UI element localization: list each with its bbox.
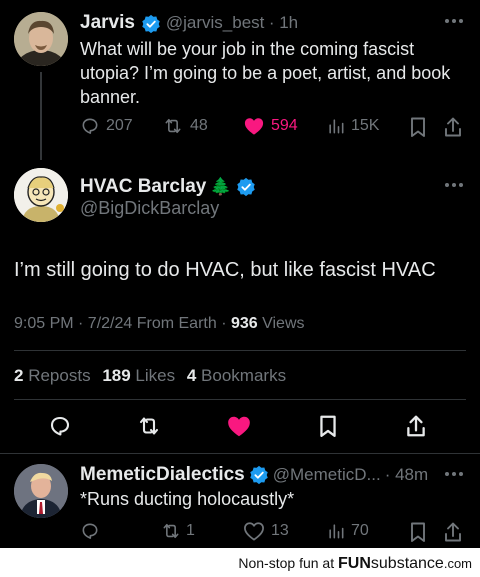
main-bookmark-button[interactable] — [317, 414, 339, 438]
reply-display-name[interactable]: MemeticDialectics — [80, 464, 245, 486]
share-icon — [443, 116, 463, 138]
more-icon[interactable] — [444, 17, 464, 25]
brand-tld: .com — [443, 556, 472, 571]
reply-like-button[interactable]: 13 — [243, 521, 289, 541]
tweet1-bookmark-button[interactable] — [408, 116, 428, 138]
views-icon — [326, 116, 346, 136]
share-icon — [443, 521, 463, 543]
main-views-count: 936 — [230, 315, 258, 332]
main-share-button[interactable] — [405, 414, 427, 438]
tweet1-views-button[interactable]: 15K — [326, 116, 379, 136]
reply-repost-button[interactable]: 1 — [160, 521, 195, 541]
main-like-button[interactable] — [226, 414, 252, 438]
reply-icon — [80, 116, 100, 136]
views-count: 15K — [351, 117, 380, 134]
views-icon — [326, 521, 346, 541]
tweet1-repost-button[interactable]: 48 — [162, 116, 208, 136]
reply-header: MemeticDialectics @MemeticD... · 48m — [80, 464, 428, 486]
reply-reply-button[interactable] — [80, 521, 100, 541]
repost-icon — [136, 414, 162, 438]
hvac-avatar[interactable] — [14, 168, 68, 222]
engagement-stats: 2 Reposts 189 Likes 4 Bookmarks — [14, 366, 286, 386]
watermark-prefix: Non-stop fun at — [238, 555, 335, 571]
reposts-label: Reposts — [28, 366, 91, 385]
tweet1-header: Jarvis @jarvis_best · 1h — [80, 12, 298, 34]
tweet1-handle[interactable]: @jarvis_best — [166, 13, 265, 32]
tweet1-text: What will be your job in the coming fasc… — [80, 39, 451, 107]
reply-text: *Runs ducting holocaustly* — [80, 489, 295, 509]
verified-badge-icon — [236, 177, 256, 197]
tree-emoji-icon: 🌲 — [210, 177, 232, 196]
heart-icon — [243, 521, 265, 541]
thread-line — [40, 72, 42, 160]
reply-share-button[interactable] — [443, 521, 463, 543]
divider — [0, 453, 480, 454]
views-count: 70 — [351, 522, 369, 539]
repost-count: 48 — [190, 117, 208, 134]
likes-stat[interactable]: 189 Likes — [102, 366, 175, 385]
tweet1-like-button[interactable]: 594 — [243, 116, 298, 136]
likes-count: 189 — [102, 366, 131, 385]
main-display-name[interactable]: HVAC Barclay — [80, 176, 206, 198]
repost-icon — [160, 521, 182, 541]
brand-rest: substance — [370, 555, 444, 572]
main-reply-button[interactable] — [48, 414, 72, 438]
main-timestamp[interactable]: 9:05 PM · 7/2/24 From Earth · — [14, 315, 231, 332]
likes-label: Likes — [135, 366, 176, 385]
divider — [14, 399, 466, 400]
reply-icon — [48, 414, 72, 438]
bookmarks-stat[interactable]: 4 Bookmarks — [187, 366, 286, 385]
verified-badge-icon — [141, 14, 161, 34]
heart-icon — [226, 414, 252, 438]
main-repost-button[interactable] — [136, 414, 162, 438]
watermark-text: Non-stop fun at FUNsubstance.com — [238, 555, 472, 573]
tweet1-display-name[interactable]: Jarvis — [80, 12, 135, 33]
reply-avatar[interactable] — [14, 464, 68, 518]
tweet1-reply-button[interactable]: 207 — [80, 116, 133, 136]
main-meta: 9:05 PM · 7/2/24 From Earth · 936 Views — [14, 315, 305, 333]
bookmarks-label: Bookmarks — [201, 366, 287, 385]
bookmarks-count: 4 — [186, 366, 197, 385]
repost-icon — [162, 116, 184, 136]
repost-count: 1 — [186, 522, 195, 539]
tweet1-time[interactable]: · 1h — [269, 13, 298, 32]
jarvis-avatar[interactable] — [14, 12, 68, 66]
tweet1-share-button[interactable] — [443, 116, 463, 138]
brand-bold: FUN — [338, 555, 371, 572]
reposts-stat[interactable]: 2 Reposts — [14, 366, 91, 385]
reply-views-button[interactable]: 70 — [326, 521, 369, 541]
more-icon[interactable] — [444, 181, 464, 189]
reply-count: 207 — [106, 117, 133, 134]
heart-icon — [243, 116, 265, 136]
verified-badge-icon — [249, 465, 269, 485]
watermark-brand: FUNsubstance.com — [338, 555, 472, 572]
bookmark-icon — [408, 521, 428, 543]
main-tweet-text: I’m still going to do HVAC, but like fas… — [14, 259, 436, 281]
main-handle[interactable]: @BigDickBarclay — [80, 198, 219, 219]
more-icon[interactable] — [444, 470, 464, 478]
like-count: 594 — [271, 117, 298, 134]
reply-handle[interactable]: @MemeticD... — [273, 465, 381, 485]
watermark-bar: Non-stop fun at FUNsubstance.com — [0, 548, 480, 577]
reply-icon — [80, 521, 100, 541]
reply-bookmark-button[interactable] — [408, 521, 428, 543]
share-icon — [405, 414, 427, 438]
bookmark-icon — [317, 414, 339, 438]
main-header: HVAC Barclay 🌲 — [80, 176, 256, 198]
reply-time[interactable]: · 48m — [385, 465, 428, 485]
like-count: 13 — [271, 522, 289, 539]
reposts-count: 2 — [14, 366, 24, 385]
divider — [14, 350, 466, 351]
main-views-label: Views — [257, 315, 305, 332]
bookmark-icon — [408, 116, 428, 138]
